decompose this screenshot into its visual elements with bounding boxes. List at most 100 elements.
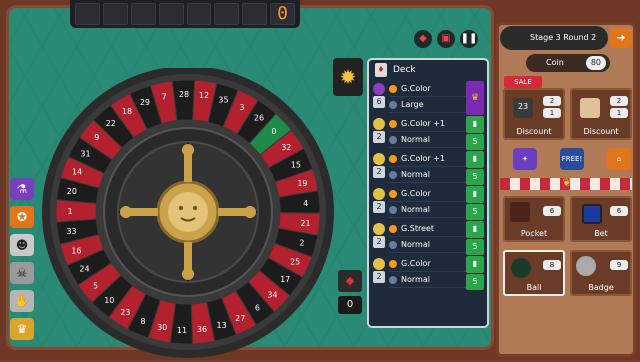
deck-icon: ♦ xyxy=(375,63,387,77)
pocket-number: 26 xyxy=(254,114,264,123)
pocket-number: 32 xyxy=(281,143,291,152)
deck-card[interactable]: 2 G.Color Normal ▮ 5 xyxy=(372,186,484,220)
badge-price: 9 xyxy=(610,260,628,270)
orb-icon xyxy=(373,153,385,165)
pocket-number: 2 xyxy=(299,239,304,248)
mod-icon xyxy=(389,275,397,284)
card-cost: 5 xyxy=(466,168,484,185)
card-cost: 5 xyxy=(466,203,484,220)
item-count: 23 xyxy=(517,102,529,111)
orb-icon xyxy=(373,258,385,270)
skull-icon[interactable]: ☠ xyxy=(10,262,34,284)
top-icons: ◆ ▣ ❚❚ xyxy=(414,30,478,48)
mask-icon[interactable]: ☻ xyxy=(10,234,34,256)
card-name: G.Color +1 xyxy=(401,154,445,163)
price-a: 2 xyxy=(543,96,561,106)
card-cost: 5 xyxy=(466,133,484,150)
pocket-number: 29 xyxy=(140,98,150,107)
card-tag: ▮ 5 xyxy=(466,116,484,150)
deck-card[interactable]: 2 G.Street Normal ▮ 5 xyxy=(372,221,484,255)
card-name: G.Color +1 xyxy=(401,119,445,128)
pocket-label: Pocket xyxy=(520,229,548,238)
card-name: G.Color xyxy=(401,189,431,198)
deck-card[interactable]: 6 G.Color Large ♛ xyxy=(372,81,484,115)
dice-icon[interactable]: ▣ xyxy=(437,30,455,48)
pocket-number: 1 xyxy=(67,207,72,216)
price-b: 1 xyxy=(610,108,628,118)
discount-slot-1[interactable]: 23 2 1 Discount xyxy=(503,88,565,140)
bonus-icon[interactable]: ✦ xyxy=(513,148,537,170)
discount-label: Discount xyxy=(516,127,552,136)
card-name-row: G.Color xyxy=(389,256,466,272)
card-tag: ▮ 5 xyxy=(466,256,484,290)
score-digit xyxy=(242,3,268,25)
next-round-button[interactable]: ➜ xyxy=(610,28,632,48)
pause-icon[interactable]: ❚❚ xyxy=(460,30,478,48)
card-level: 2 xyxy=(372,151,386,185)
pocket-number: 24 xyxy=(79,265,89,274)
pocket-icon xyxy=(510,202,530,222)
ball-label: Ball xyxy=(526,283,542,292)
card-mod-row: Normal xyxy=(389,167,466,183)
crown-icon: ♛ xyxy=(466,81,484,115)
card-mod-row: Normal xyxy=(389,202,466,218)
bet-slot[interactable]: 6 Bet xyxy=(570,196,632,242)
pocket-number: 28 xyxy=(179,90,189,99)
cards-icon[interactable]: ◆ xyxy=(414,30,432,48)
bee-relic-icon[interactable]: ✹ xyxy=(333,58,363,96)
score-digit xyxy=(186,3,212,25)
badge-icon[interactable]: ✪ xyxy=(10,206,34,228)
deck-card[interactable]: 2 G.Color +1 Normal ▮ 5 xyxy=(372,116,484,150)
pocket-number: 36 xyxy=(197,325,207,334)
score-display: 0 xyxy=(70,0,300,28)
pocket-number: 18 xyxy=(122,107,132,116)
mod-icon xyxy=(389,135,397,144)
price-b: 1 xyxy=(543,108,561,118)
bet-price: 6 xyxy=(610,206,628,216)
score-digit xyxy=(214,3,240,25)
coin-value: 80 xyxy=(585,56,606,70)
card-level: 2 xyxy=(372,256,386,290)
card-level-value: 2 xyxy=(373,271,385,283)
pocket-number: 5 xyxy=(93,281,98,290)
pocket-number: 33 xyxy=(66,227,76,236)
house-icon[interactable]: ⌂ xyxy=(607,148,631,170)
ball-slot[interactable]: 8 Ball xyxy=(503,250,565,296)
free-icon[interactable]: FREE! xyxy=(560,148,584,170)
tag-icon: ▮ xyxy=(466,186,484,203)
orb-icon xyxy=(373,188,385,200)
ball-price: 8 xyxy=(543,260,561,270)
deck-header: ♦ Deck xyxy=(369,60,487,80)
glove-icon[interactable]: ✋ xyxy=(10,290,34,312)
pocket-slot[interactable]: 6 Pocket xyxy=(503,196,565,242)
pocket-number: 20 xyxy=(67,187,77,196)
pocket-number: 21 xyxy=(300,219,310,228)
mod-icon xyxy=(389,100,397,109)
pocket-number: 19 xyxy=(297,179,307,188)
score-digit xyxy=(130,3,156,25)
badge-label: Badge xyxy=(588,283,614,292)
card-level-value: 6 xyxy=(373,96,385,108)
card-level-value: 2 xyxy=(373,131,385,143)
card-icon: ◆ xyxy=(338,270,362,292)
pocket-number: 27 xyxy=(235,314,245,323)
discount-slot-2[interactable]: 2 1 Discount xyxy=(570,88,632,140)
bet-type-icon xyxy=(389,84,397,93)
card-tag: ▮ 5 xyxy=(466,186,484,220)
crown-icon[interactable]: ♛ xyxy=(10,318,34,340)
badge-slot[interactable]: 9 Badge xyxy=(570,250,632,296)
card-level-value: 2 xyxy=(373,201,385,213)
deck-card[interactable]: 2 G.Color Normal ▮ 5 xyxy=(372,256,484,290)
tag-icon: ▮ xyxy=(466,256,484,273)
zero-card[interactable]: ◆ 0 xyxy=(338,270,362,316)
card-mod-row: Normal xyxy=(389,132,466,148)
potion-icon[interactable]: ⚗ xyxy=(10,178,34,200)
pocket-price: 6 xyxy=(543,206,561,216)
card-mod-row: Normal xyxy=(389,237,466,253)
pocket-number: 30 xyxy=(157,323,167,332)
score-digit xyxy=(158,3,184,25)
card-mod-row: Large xyxy=(389,97,466,113)
card-level: 2 xyxy=(372,116,386,150)
deck-card[interactable]: 2 G.Color +1 Normal ▮ 5 xyxy=(372,151,484,185)
roulette-wheel[interactable]: 32 15 19 4 21 2 25 17 34 6 27 13 36 11 30 8 23 10 5 24 16 33 1… xyxy=(38,66,338,358)
